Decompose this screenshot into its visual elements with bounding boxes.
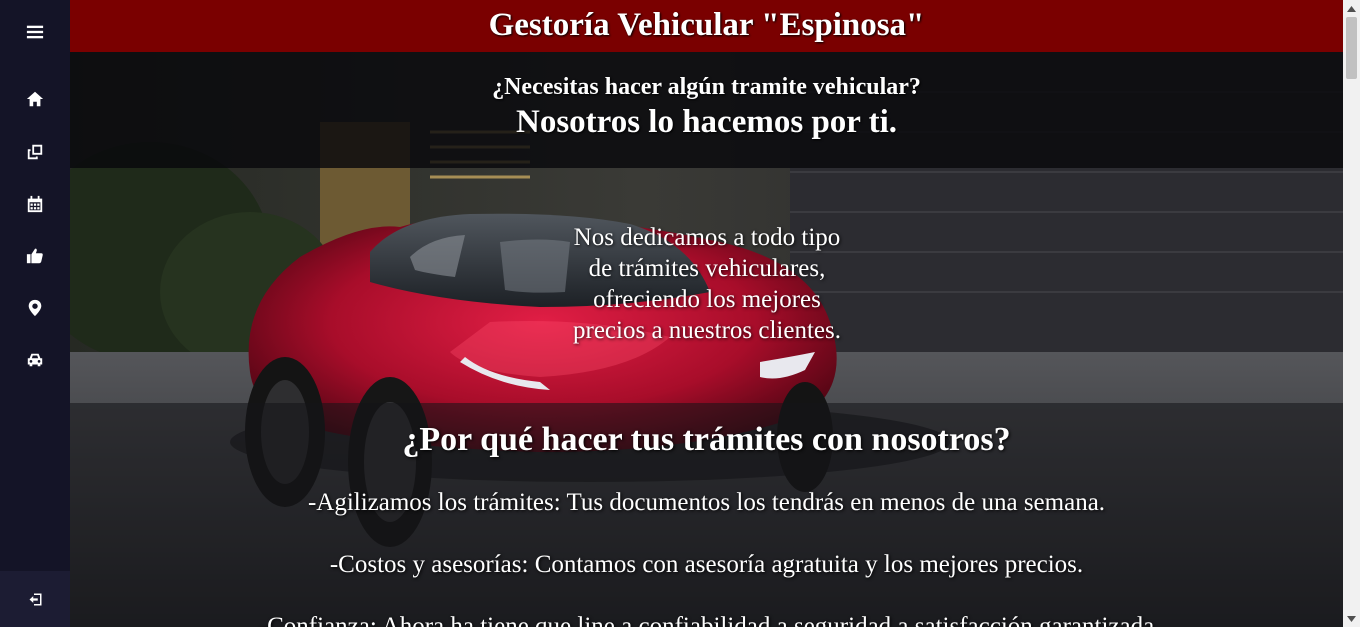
intro-line: Nos dedicamos a todo tipo [573,224,841,251]
page-scrollbar[interactable] [1343,0,1360,627]
hamburger-glyph [26,25,44,39]
location-icon[interactable] [23,296,47,320]
sidebar-footer [0,571,70,627]
intro-text: Nos dedicamos a todo tipo de trámites ve… [542,222,872,346]
hero-banner: ¿Necesitas hacer algún tramite vehicular… [70,52,1343,168]
why-us-item: -Agilizamos los trámites: Tus documentos… [307,489,1106,516]
intro-line: ofreciendo los mejores [593,286,821,313]
calendar-icon[interactable] [23,192,47,216]
logout-icon[interactable] [23,587,47,611]
thumbs-up-glyph [26,248,43,264]
hero-question: ¿Necesitas hacer algún tramite vehicular… [492,74,921,100]
car-glyph [27,353,43,367]
sidebar [0,0,70,627]
why-us-item: -Confianza: Ahora ha tiene que line a co… [258,613,1155,627]
site-title: Gestoría Vehicular "Espinosa" [488,7,925,43]
car-icon[interactable] [23,348,47,372]
why-us-item: -Costos y asesorías: Contamos con asesor… [329,551,1084,578]
home-glyph [26,91,44,107]
scroll-up-arrow-icon[interactable] [1343,0,1360,17]
calendar-glyph [27,195,43,213]
logout-glyph [29,593,41,605]
why-us-title: ¿Por qué hacer tus trámites con nosotros… [402,421,1011,458]
copy-glyph [27,144,43,160]
up-arrow-glyph [1347,5,1356,12]
scroll-down-arrow-icon[interactable] [1343,610,1360,627]
scroll-thumb[interactable] [1346,17,1357,79]
copy-icon[interactable] [23,140,47,164]
home-icon[interactable] [23,87,47,111]
down-arrow-glyph [1347,615,1356,622]
location-glyph [28,299,42,317]
menu-icon[interactable] [23,20,47,44]
hero-answer: Nosotros lo hacemos por ti. [515,104,897,140]
main-content: Gestoría Vehicular "Espinosa" ¿Necesitas… [70,0,1343,627]
thumbs-up-icon[interactable] [23,244,47,268]
intro-line: de trámites vehiculares, [588,255,826,282]
intro-line: precios a nuestros clientes. [573,317,841,344]
why-us-section: ¿Por qué hacer tus trámites con nosotros… [70,403,1343,627]
site-header: Gestoría Vehicular "Espinosa" [70,0,1343,52]
